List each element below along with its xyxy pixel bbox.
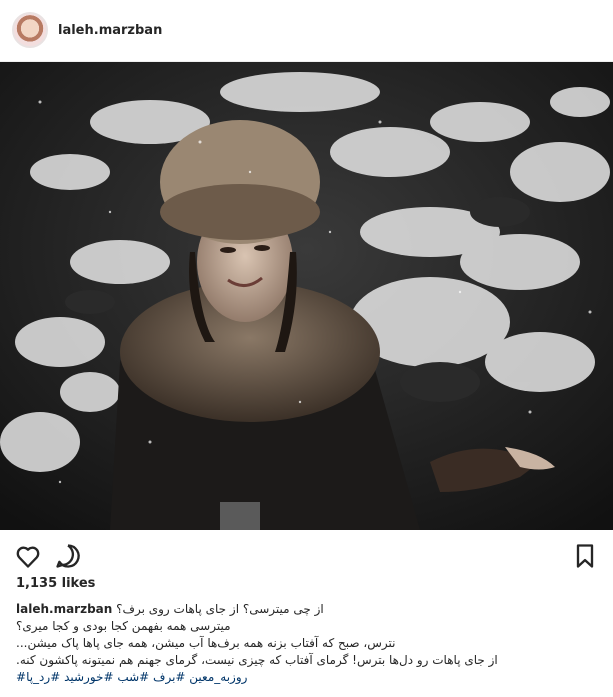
caption-text-1: از چی میترسی؟ از جای پاهات روی برف؟ bbox=[116, 602, 324, 616]
caption-text-3: ...نترس، صبح که آفتاب بزنه همه برف‌ها آب… bbox=[16, 636, 396, 650]
caption-line-1: laleh.marzban از چی میترسی؟ از جای پاهات… bbox=[16, 601, 602, 618]
bookmark-icon[interactable] bbox=[571, 542, 599, 570]
post-header: laleh.marzban bbox=[0, 0, 613, 62]
action-bar bbox=[0, 538, 613, 574]
caption-hashtags[interactable]: #روزبه_معین #برف #شب #خورشید #رد_پا bbox=[16, 669, 602, 686]
avatar[interactable] bbox=[12, 12, 48, 48]
comment-icon[interactable] bbox=[54, 542, 82, 570]
post-username[interactable]: laleh.marzban bbox=[58, 23, 162, 38]
caption-text-2: میترسی همه بفهمن کجا بودی و کجا میری؟ bbox=[16, 619, 231, 633]
photo-image bbox=[0, 62, 613, 530]
caption-username[interactable]: laleh.marzban bbox=[16, 602, 112, 616]
heart-icon[interactable] bbox=[14, 542, 42, 570]
caption-text-4: .از جای پاهات رو دل‌ها بترس! گرمای آفتاب… bbox=[16, 653, 498, 667]
post-photo[interactable] bbox=[0, 62, 613, 530]
post-caption: laleh.marzban از چی میترسی؟ از جای پاهات… bbox=[16, 601, 602, 686]
likes-count[interactable]: 1,135 likes bbox=[16, 576, 95, 591]
